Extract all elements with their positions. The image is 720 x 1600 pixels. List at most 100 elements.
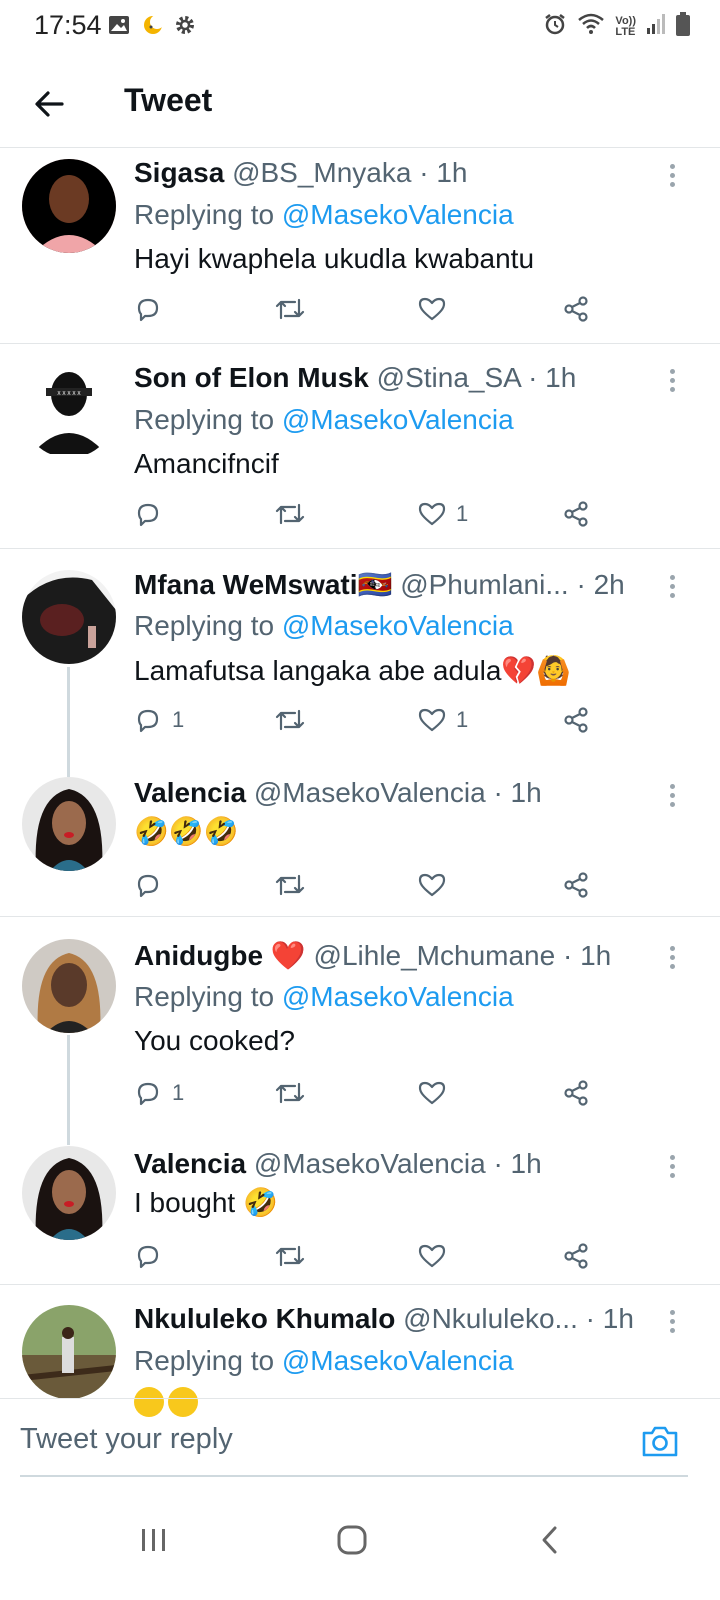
share-button[interactable] xyxy=(562,1073,590,1113)
mention-link[interactable]: @MasekoValencia xyxy=(282,1345,514,1376)
tweet-actions xyxy=(134,1236,604,1276)
nav-back-button[interactable] xyxy=(520,1510,580,1570)
author-handle[interactable]: @Lihle_Mchumane xyxy=(314,940,556,971)
author-name[interactable]: Anidugbe xyxy=(134,940,263,971)
share-button[interactable] xyxy=(562,1236,590,1276)
share-button[interactable] xyxy=(562,289,590,329)
reply-button[interactable]: 1 xyxy=(134,700,184,740)
share-icon xyxy=(564,1080,588,1106)
back-button[interactable] xyxy=(28,82,72,126)
avatar[interactable] xyxy=(22,159,116,253)
share-button[interactable] xyxy=(562,494,590,534)
tweet-time: · 1h xyxy=(585,1303,634,1334)
author-name[interactable]: Mfana WeMswati xyxy=(134,569,358,600)
tweet-item[interactable]: Anidugbe ❤️ @Lihle_Mchumane · 1h Replyin… xyxy=(0,935,720,1125)
camera-button[interactable] xyxy=(640,1423,680,1459)
author-name[interactable]: Sigasa xyxy=(134,157,224,188)
more-options-button[interactable] xyxy=(662,1307,682,1339)
share-button[interactable] xyxy=(562,865,590,905)
more-options-button[interactable] xyxy=(662,161,682,193)
avatar[interactable] xyxy=(22,1146,116,1240)
share-icon xyxy=(564,872,588,898)
author-handle[interactable]: @MasekoValencia xyxy=(254,1148,486,1179)
replying-prefix: Replying to xyxy=(134,404,282,435)
avatar[interactable]: X X X X X xyxy=(22,364,116,458)
avatar[interactable] xyxy=(22,939,116,1033)
tweet-item[interactable]: Mfana WeMswati🇸🇿 @Phumlani... · 2h Reply… xyxy=(0,564,720,754)
reply-icon xyxy=(137,298,159,322)
reply-button[interactable]: 1 xyxy=(134,1073,184,1113)
wifi-icon xyxy=(577,12,605,41)
author-handle[interactable]: @MasekoValencia xyxy=(254,777,486,808)
volte-top-label: Vo)) xyxy=(615,14,636,27)
author-name[interactable]: Nkululeko Khumalo xyxy=(134,1303,395,1334)
author-handle[interactable]: @Nkululeko... xyxy=(403,1303,578,1334)
reply-button[interactable] xyxy=(134,1236,172,1276)
heart-icon xyxy=(418,708,446,732)
author-name[interactable]: Son of Elon Musk xyxy=(134,362,369,393)
divider xyxy=(0,343,720,344)
tweet-item[interactable]: Valencia @MasekoValencia · 1h I bought 🤣 xyxy=(0,1144,720,1284)
reply-button[interactable] xyxy=(134,494,172,534)
more-options-button[interactable] xyxy=(662,1152,682,1184)
tweet-item[interactable]: Sigasa @BS_Mnyaka · 1h Replying to @Mase… xyxy=(0,149,720,343)
author-name[interactable]: Valencia xyxy=(134,777,246,808)
tweet-text: Amancifncif xyxy=(134,448,279,479)
like-button[interactable] xyxy=(418,1236,456,1276)
camera-icon xyxy=(642,1426,678,1457)
alarm-icon xyxy=(543,12,567,41)
like-button[interactable]: 1 xyxy=(418,494,468,534)
more-options-button[interactable] xyxy=(662,943,682,975)
like-button[interactable] xyxy=(418,865,456,905)
tweet-text-body: Lamafutsa langaka abe adula xyxy=(134,655,502,686)
retweet-button[interactable] xyxy=(274,289,306,329)
tweet-feed[interactable]: Sigasa @BS_Mnyaka · 1h Replying to @Mase… xyxy=(0,149,720,1424)
retweet-button[interactable] xyxy=(274,494,306,534)
tweet-actions xyxy=(134,865,604,905)
mention-link[interactable]: @MasekoValencia xyxy=(282,610,514,641)
retweet-button[interactable] xyxy=(274,1236,306,1276)
share-icon xyxy=(564,296,588,322)
page-title: Tweet xyxy=(124,82,213,118)
reply-input[interactable]: Tweet your reply xyxy=(20,1423,233,1456)
more-options-button[interactable] xyxy=(662,572,682,604)
like-button[interactable]: 1 xyxy=(418,700,468,740)
system-nav-bar xyxy=(0,1480,720,1600)
retweet-button[interactable] xyxy=(274,1073,306,1113)
retweet-button[interactable] xyxy=(274,865,306,905)
author-handle[interactable]: @Phumlani... xyxy=(400,569,569,600)
tweet-item[interactable]: Valencia @MasekoValencia · 1h 🤣🤣🤣 xyxy=(0,773,720,933)
tweet-item[interactable]: X X X X X Son of Elon Musk @Stina_SA · 1… xyxy=(0,354,720,548)
heart-icon xyxy=(418,502,446,526)
reply-icon xyxy=(137,1245,159,1269)
replying-prefix: Replying to xyxy=(134,981,282,1012)
replying-prefix: Replying to xyxy=(134,199,282,230)
more-options-button[interactable] xyxy=(662,366,682,398)
arrow-left-icon xyxy=(35,91,64,117)
more-options-button[interactable] xyxy=(662,781,682,813)
recent-apps-button[interactable] xyxy=(124,1510,184,1570)
like-button[interactable] xyxy=(418,289,456,329)
author-handle[interactable]: @Stina_SA xyxy=(377,362,521,393)
avatar[interactable] xyxy=(22,1305,116,1399)
retweet-icon xyxy=(275,298,305,320)
share-button[interactable] xyxy=(562,700,590,740)
home-button[interactable] xyxy=(322,1510,382,1570)
reply-button[interactable] xyxy=(134,865,172,905)
tweet-header: Anidugbe ❤️ @Lihle_Mchumane · 1h xyxy=(134,939,611,972)
mention-link[interactable]: @MasekoValencia xyxy=(282,404,514,435)
tweet-text: Lamafutsa langaka abe adula💔🙆 xyxy=(134,654,571,687)
author-handle[interactable]: @BS_Mnyaka xyxy=(232,157,411,188)
signal-icon xyxy=(646,13,666,40)
status-bar: 17:54 Vo)) LTE xyxy=(0,0,720,56)
mention-link[interactable]: @MasekoValencia xyxy=(282,199,514,230)
app-header: Tweet xyxy=(0,60,720,148)
reply-button[interactable] xyxy=(134,289,172,329)
volte-bottom-label: LTE xyxy=(615,25,636,38)
like-button[interactable] xyxy=(418,1073,456,1113)
author-name[interactable]: Valencia xyxy=(134,1148,246,1179)
avatar[interactable] xyxy=(22,777,116,871)
retweet-button[interactable] xyxy=(274,700,306,740)
mention-link[interactable]: @MasekoValencia xyxy=(282,981,514,1012)
avatar[interactable] xyxy=(22,570,116,664)
